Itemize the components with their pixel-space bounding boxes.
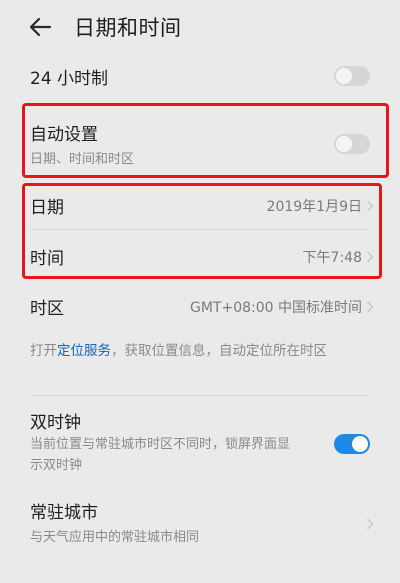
- location-service-link[interactable]: 定位服务: [57, 343, 111, 359]
- top-bar: 日期和时间: [0, 0, 400, 56]
- page-title: 日期和时间: [74, 16, 182, 40]
- auto-set-toggle[interactable]: [334, 134, 370, 154]
- row-auto-set[interactable]: 自动设置 日期、时间和时区: [0, 108, 400, 174]
- chevron-right-icon: [367, 251, 374, 263]
- row-auto-set-label: 自动设置: [30, 125, 98, 145]
- dual-clock-toggle[interactable]: [334, 434, 370, 454]
- row-home-city-subtitle: 与天气应用中的常驻城市相同: [30, 530, 200, 545]
- info-prefix: 打开: [30, 343, 57, 359]
- divider: [30, 395, 370, 396]
- row-dual-clock[interactable]: 双时钟 当前位置与常驻城市时区不同时，锁屏界面显示双时钟: [0, 402, 400, 482]
- row-timezone[interactable]: 时区 GMT+08:00 中国标准时间: [0, 288, 400, 328]
- row-time[interactable]: 时间 下午7:48: [0, 236, 400, 276]
- row-home-city[interactable]: 常驻城市 与天气应用中的常驻城市相同: [0, 492, 400, 548]
- row-auto-set-subtitle: 日期、时间和时区: [30, 152, 135, 167]
- row-24-hour-label: 24 小时制: [30, 69, 109, 89]
- location-info-text: 打开定位服务，获取位置信息，自动定位所在时区: [30, 340, 370, 363]
- chevron-right-icon: [367, 200, 374, 212]
- chevron-right-icon: [367, 518, 374, 530]
- chevron-right-icon: [367, 301, 374, 313]
- row-date-value: 2019年1月9日: [266, 199, 362, 215]
- row-date-label: 日期: [30, 198, 64, 218]
- divider: [30, 229, 370, 230]
- row-dual-clock-subtitle: 当前位置与常驻城市时区不同时，锁屏界面显示双时钟: [30, 437, 291, 473]
- row-24-hour[interactable]: 24 小时制: [0, 56, 400, 98]
- row-dual-clock-label: 双时钟: [30, 413, 81, 433]
- date-time-settings-screen: 日期和时间 24 小时制 自动设置 日期、时间和时区 日期 2019年1月9日 …: [0, 0, 400, 583]
- row-timezone-value: GMT+08:00 中国标准时间: [189, 300, 362, 316]
- row-home-city-label: 常驻城市: [30, 503, 98, 523]
- row-timezone-label: 时区: [30, 299, 64, 319]
- row-time-label: 时间: [30, 249, 64, 269]
- 24-hour-toggle[interactable]: [334, 66, 370, 86]
- row-date[interactable]: 日期 2019年1月9日: [0, 186, 400, 226]
- info-suffix: ，获取位置信息，自动定位所在时区: [111, 343, 327, 359]
- row-time-value: 下午7:48: [302, 250, 362, 266]
- back-arrow-icon[interactable]: [28, 14, 54, 40]
